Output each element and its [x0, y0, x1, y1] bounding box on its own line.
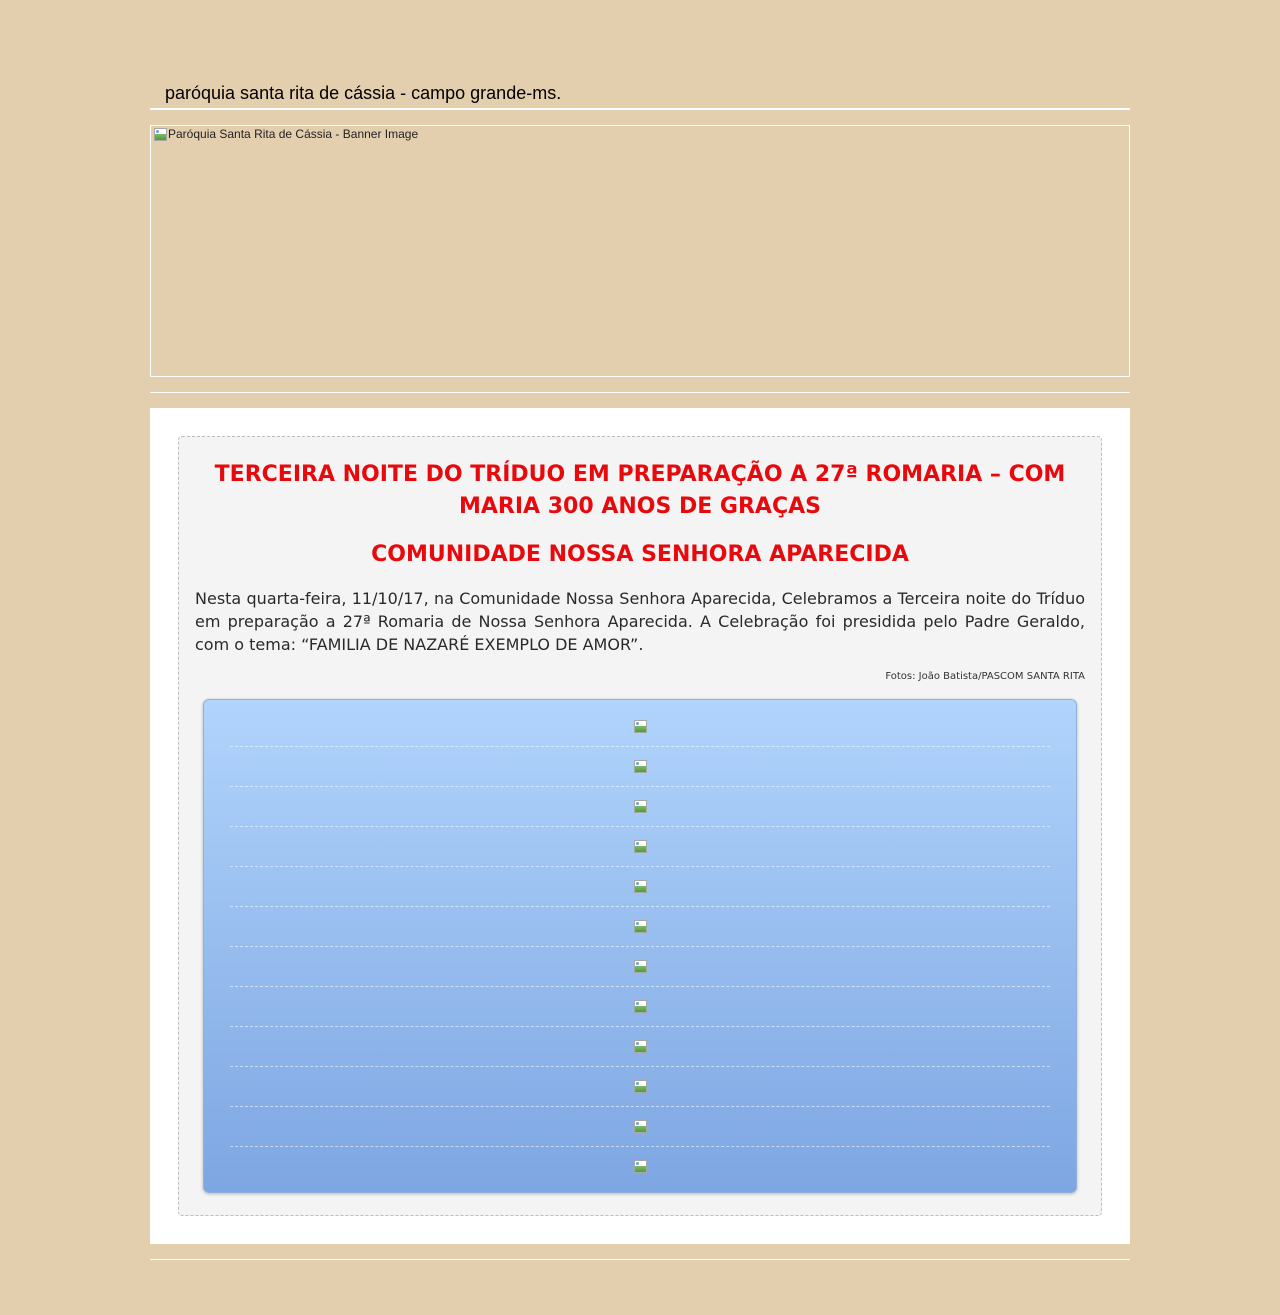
- banner-image: Paróquia Santa Rita de Cássia - Banner I…: [150, 125, 1130, 377]
- broken-image-icon[interactable]: [633, 1079, 647, 1093]
- gallery-item[interactable]: [230, 1066, 1050, 1107]
- broken-image-icon[interactable]: [633, 1119, 647, 1133]
- broken-image-icon[interactable]: [633, 919, 647, 933]
- photo-gallery: [203, 699, 1077, 1193]
- broken-image-icon[interactable]: [633, 1159, 647, 1173]
- broken-image-icon[interactable]: [633, 799, 647, 813]
- post-subtitle: COMUNIDADE NOSSA SENHORA APARECIDA: [371, 542, 909, 567]
- post-container: TERCEIRA NOITE DO TRÍDUO EM PREPARAÇÃO A…: [178, 436, 1102, 1216]
- banner-broken-image: Paróquia Santa Rita de Cássia - Banner I…: [153, 127, 418, 141]
- site-title[interactable]: paróquia santa rita de cássia - campo gr…: [165, 82, 561, 104]
- broken-image-icon[interactable]: [633, 759, 647, 773]
- broken-image-icon[interactable]: [633, 719, 647, 733]
- gallery-item[interactable]: [230, 906, 1050, 947]
- gallery-item[interactable]: [230, 1026, 1050, 1067]
- banner-divider: [150, 392, 1130, 393]
- photo-credit: Fotos: João Batista/PASCOM SANTA RITA: [885, 671, 1085, 682]
- broken-image-icon: [153, 127, 167, 141]
- gallery-item[interactable]: [230, 826, 1050, 867]
- broken-image-icon[interactable]: [633, 959, 647, 973]
- broken-image-icon[interactable]: [633, 1039, 647, 1053]
- footer-divider: [150, 1259, 1130, 1260]
- gallery-item[interactable]: [230, 706, 1050, 747]
- content-panel: TERCEIRA NOITE DO TRÍDUO EM PREPARAÇÃO A…: [150, 408, 1130, 1244]
- broken-image-icon[interactable]: [633, 879, 647, 893]
- gallery-item[interactable]: [230, 746, 1050, 787]
- banner-alt-text: Paróquia Santa Rita de Cássia - Banner I…: [168, 127, 419, 141]
- broken-image-icon[interactable]: [633, 839, 647, 853]
- gallery-item[interactable]: [230, 1106, 1050, 1147]
- header-divider: [150, 108, 1130, 110]
- gallery-item[interactable]: [230, 866, 1050, 907]
- gallery-item[interactable]: [230, 986, 1050, 1027]
- post-body: Nesta quarta-feira, 11/10/17, na Comunid…: [195, 589, 1085, 654]
- gallery-item[interactable]: [230, 946, 1050, 987]
- gallery-item[interactable]: [230, 1146, 1050, 1186]
- post-title: TERCEIRA NOITE DO TRÍDUO EM PREPARAÇÃO A…: [214, 462, 1066, 519]
- gallery-item[interactable]: [230, 786, 1050, 827]
- broken-image-icon[interactable]: [633, 999, 647, 1013]
